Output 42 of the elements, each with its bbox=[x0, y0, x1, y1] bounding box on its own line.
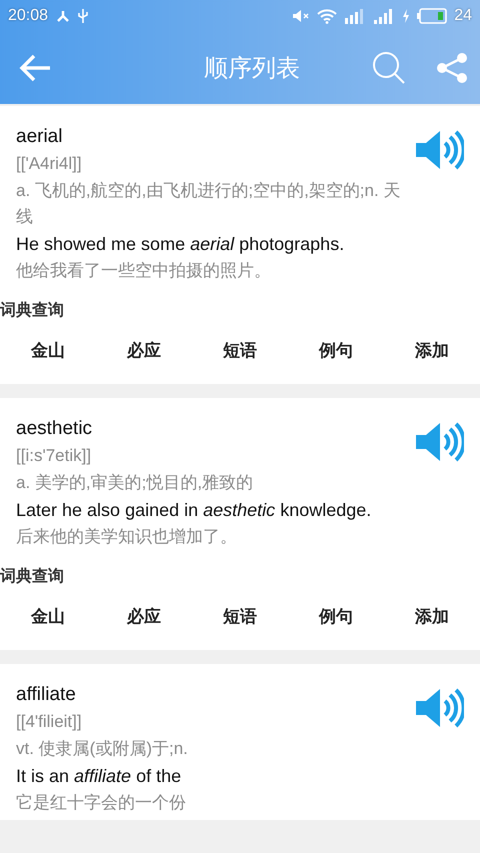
section-label: 词典查询 bbox=[0, 300, 65, 321]
dictionary-action-button[interactable]: 必应 bbox=[117, 597, 171, 636]
dictionary-action-button[interactable]: 必应 bbox=[117, 331, 171, 370]
definition-text: vt. 使隶属(或附属)于;n. bbox=[16, 738, 188, 760]
share-button[interactable] bbox=[436, 53, 468, 83]
back-button[interactable] bbox=[18, 53, 52, 83]
battery-level: 24 bbox=[454, 7, 472, 25]
word-title: affiliate bbox=[16, 683, 77, 707]
speaker-button[interactable] bbox=[414, 128, 464, 172]
share-network-icon bbox=[55, 9, 72, 23]
dictionary-action-button[interactable]: 添加 bbox=[405, 597, 459, 636]
dictionary-action-button[interactable]: 例句 bbox=[309, 597, 363, 636]
dictionary-action-button[interactable]: 例句 bbox=[309, 331, 363, 370]
charging-icon bbox=[402, 9, 410, 23]
dictionary-action-button[interactable]: 添加 bbox=[405, 331, 459, 370]
definition-text: a. 美学的,审美的;悦目的,雅致的 bbox=[16, 472, 254, 494]
translation-text: 它是红十字会的一个份 bbox=[16, 792, 187, 814]
search-button[interactable] bbox=[372, 51, 406, 85]
usb-icon bbox=[78, 8, 88, 24]
wifi-icon bbox=[317, 8, 338, 24]
word-title: aesthetic bbox=[16, 417, 94, 441]
word-title: aerial bbox=[16, 125, 64, 149]
battery-icon bbox=[417, 8, 448, 24]
translation-text: 他给我看了一些空中拍摄的照片。 bbox=[16, 260, 272, 282]
dictionary-action-button[interactable]: 金山 bbox=[21, 597, 75, 636]
phonetic-text: [['A4ri4l]] bbox=[16, 153, 83, 175]
speaker-button[interactable] bbox=[414, 420, 464, 464]
page-title: 顺序列表 bbox=[203, 54, 301, 84]
status-time: 20:08 bbox=[8, 7, 48, 25]
phonetic-text: [[4'filieit]] bbox=[16, 711, 83, 733]
example-sentence: He showed me some aerial photographs. bbox=[16, 233, 346, 256]
speaker-button[interactable] bbox=[414, 686, 464, 730]
example-sentence: It is an affiliate of the bbox=[16, 765, 182, 788]
dictionary-action-button[interactable]: 短语 bbox=[213, 331, 267, 370]
phonetic-text: [[i:s'7etik]] bbox=[16, 445, 92, 467]
mute-icon bbox=[292, 9, 310, 23]
translation-text: 后来他的美学知识也增加了。 bbox=[16, 526, 238, 548]
definition-text: a. 飞机的,航空的,由飞机进行的;空中的,架空的;n. 天线 bbox=[16, 180, 402, 228]
dictionary-action-button[interactable]: 短语 bbox=[213, 597, 267, 636]
dictionary-action-button[interactable]: 金山 bbox=[21, 331, 75, 370]
section-label: 词典查询 bbox=[0, 566, 65, 587]
example-sentence: Later he also gained in aesthetic knowledge. bbox=[16, 499, 372, 522]
